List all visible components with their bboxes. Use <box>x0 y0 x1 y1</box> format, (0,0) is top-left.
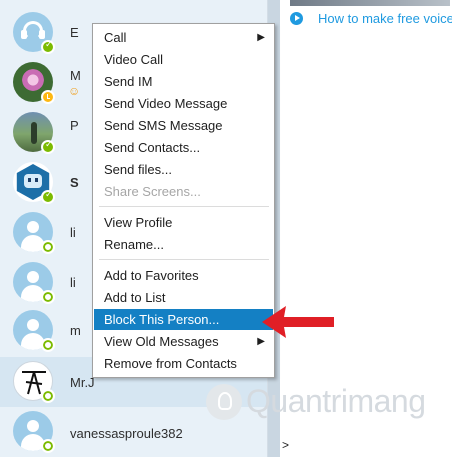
menu-item-rename[interactable]: Rename... <box>94 234 273 255</box>
contact-name: P <box>70 118 79 133</box>
chat-caret: > <box>282 438 290 452</box>
menu-separator <box>99 259 269 260</box>
menu-item-add-to-list[interactable]: Add to List <box>94 287 273 308</box>
context-menu: Call ▶ Video Call Send IM Send Video Mes… <box>92 23 275 378</box>
watermark-logo-icon <box>206 384 242 420</box>
menu-item-label: Call <box>104 30 127 45</box>
contact-name: m <box>70 323 81 338</box>
menu-item-send-sms-message[interactable]: Send SMS Message <box>94 115 273 136</box>
red-arrow-annotation-icon <box>262 306 334 338</box>
menu-item-video-call[interactable]: Video Call <box>94 49 273 70</box>
offline-status-icon <box>41 338 55 352</box>
online-status-icon <box>41 140 55 154</box>
play-icon[interactable] <box>290 12 303 25</box>
offline-status-icon <box>41 439 55 453</box>
online-status-icon <box>41 190 55 204</box>
offline-status-icon <box>41 389 55 403</box>
submenu-arrow-icon: ▶ <box>257 32 265 43</box>
smiley-icon: ☺ <box>68 84 81 98</box>
menu-item-send-files[interactable]: Send files... <box>94 159 273 180</box>
menu-item-send-video-message[interactable]: Send Video Message <box>94 93 273 114</box>
menu-item-label: View Old Messages <box>104 334 219 349</box>
menu-item-share-screens: Share Screens... <box>104 184 201 199</box>
menu-item-add-to-favorites[interactable]: Add to Favorites <box>94 265 273 286</box>
menu-item-block-this-person[interactable]: Block This Person... <box>94 309 273 330</box>
menu-item-view-old-messages[interactable]: View Old Messages ▶ <box>94 331 273 352</box>
menu-item-remove-from-contacts[interactable]: Remove from Contacts <box>94 353 273 374</box>
offline-status-icon <box>41 290 55 304</box>
contact-name: S <box>70 175 79 190</box>
contact-name: li <box>70 275 76 290</box>
menu-item-call[interactable]: Call ▶ <box>94 27 273 48</box>
contact-name: E <box>70 25 79 40</box>
contact-name: M <box>70 68 81 83</box>
contact-name: li <box>70 225 76 240</box>
offline-status-icon <box>41 240 55 254</box>
menu-item-send-im[interactable]: Send IM <box>94 71 273 92</box>
menu-item-send-contacts[interactable]: Send Contacts... <box>94 137 273 158</box>
watermark-text: Quantrimang <box>246 383 426 419</box>
video-link[interactable]: How to make free voice <box>318 11 452 26</box>
video-thumbnail[interactable] <box>290 0 450 6</box>
menu-item-view-profile[interactable]: View Profile <box>94 212 273 233</box>
menu-separator <box>99 206 269 207</box>
contact-name: Mr.J <box>70 375 95 390</box>
online-status-icon <box>41 40 55 54</box>
contact-name: vanessasproule382 <box>70 426 183 441</box>
away-status-icon <box>41 90 55 104</box>
